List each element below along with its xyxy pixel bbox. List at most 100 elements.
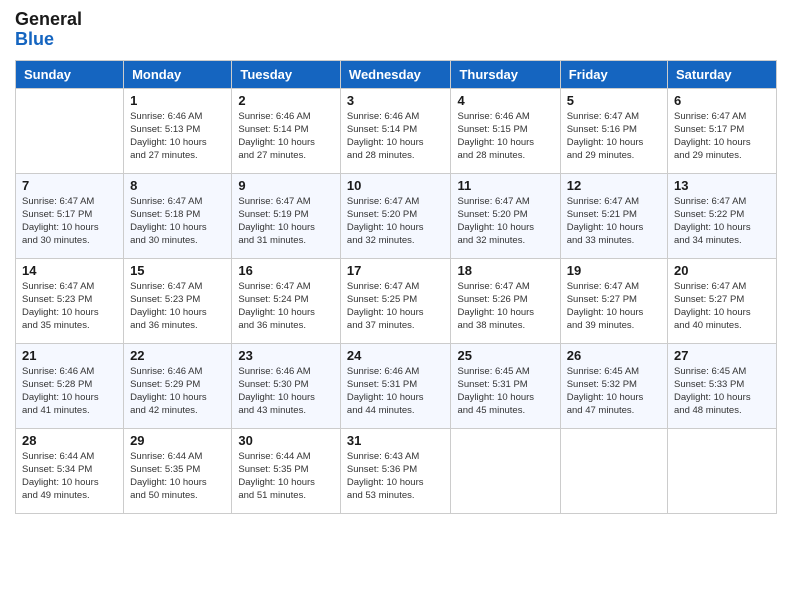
day-cell: 11 Sunrise: 6:47 AM Sunset: 5:20 PM Dayli… <box>451 173 560 258</box>
week-row-5: 28Sunrise: 6:44 AM Sunset: 5:34 PM Dayli… <box>16 428 777 513</box>
day-cell: 18 Sunrise: 6:47 AM Sunset: 5:26 PM Dayli… <box>451 258 560 343</box>
day-info: Sunrise: 6:46 AM Sunset: 5:30 PM Dayligh… <box>238 365 334 418</box>
week-row-4: 21Sunrise: 6:46 AM Sunset: 5:28 PM Dayli… <box>16 343 777 428</box>
day-number: 15 <box>130 263 225 278</box>
day-cell <box>560 428 667 513</box>
day-number: 10 <box>347 178 445 193</box>
day-cell: 20 Sunrise: 6:47 AM Sunset: 5:27 PM Dayli… <box>668 258 777 343</box>
day-info: Sunrise: 6:45 AM Sunset: 5:32 PM Dayligh… <box>567 365 661 418</box>
day-info: Sunrise: 6:47 AM Sunset: 5:17 PM Dayligh… <box>22 195 117 248</box>
day-info: Sunrise: 6:47 AM Sunset: 5:27 PM Dayligh… <box>567 280 661 333</box>
day-cell: 4 Sunrise: 6:46 AM Sunset: 5:15 PM Daylig… <box>451 88 560 173</box>
day-info: Sunrise: 6:44 AM Sunset: 5:35 PM Dayligh… <box>130 450 225 503</box>
day-cell: 9Sunrise: 6:47 AM Sunset: 5:19 PM Daylig… <box>232 173 341 258</box>
day-info: Sunrise: 6:47 AM Sunset: 5:20 PM Dayligh… <box>457 195 553 248</box>
day-info: Sunrise: 6:45 AM Sunset: 5:31 PM Dayligh… <box>457 365 553 418</box>
calendar-table: SundayMondayTuesdayWednesdayThursdayFrid… <box>15 60 777 514</box>
day-number: 13 <box>674 178 770 193</box>
day-info: Sunrise: 6:47 AM Sunset: 5:17 PM Dayligh… <box>674 110 770 163</box>
day-info: Sunrise: 6:44 AM Sunset: 5:35 PM Dayligh… <box>238 450 334 503</box>
day-cell: 30 Sunrise: 6:44 AM Sunset: 5:35 PM Dayli… <box>232 428 341 513</box>
day-cell <box>451 428 560 513</box>
day-info: Sunrise: 6:47 AM Sunset: 5:27 PM Dayligh… <box>674 280 770 333</box>
day-cell: 27 Sunrise: 6:45 AM Sunset: 5:33 PM Dayli… <box>668 343 777 428</box>
day-cell: 8 Sunrise: 6:47 AM Sunset: 5:18 PM Daylig… <box>124 173 232 258</box>
day-number: 19 <box>567 263 661 278</box>
day-number: 3 <box>347 93 445 108</box>
day-number: 30 <box>238 433 334 448</box>
day-number: 17 <box>347 263 445 278</box>
week-row-1: 1Sunrise: 6:46 AM Sunset: 5:13 PM Daylig… <box>16 88 777 173</box>
day-cell: 7Sunrise: 6:47 AM Sunset: 5:17 PM Daylig… <box>16 173 124 258</box>
day-info: Sunrise: 6:47 AM Sunset: 5:21 PM Dayligh… <box>567 195 661 248</box>
day-cell: 2Sunrise: 6:46 AM Sunset: 5:14 PM Daylig… <box>232 88 341 173</box>
day-cell: 17Sunrise: 6:47 AM Sunset: 5:25 PM Dayli… <box>340 258 451 343</box>
day-number: 16 <box>238 263 334 278</box>
week-row-3: 14 Sunrise: 6:47 AM Sunset: 5:23 PM Dayli… <box>16 258 777 343</box>
day-info: Sunrise: 6:47 AM Sunset: 5:18 PM Dayligh… <box>130 195 225 248</box>
day-number: 21 <box>22 348 117 363</box>
day-cell: 6 Sunrise: 6:47 AM Sunset: 5:17 PM Daylig… <box>668 88 777 173</box>
day-number: 14 <box>22 263 117 278</box>
day-number: 23 <box>238 348 334 363</box>
day-number: 12 <box>567 178 661 193</box>
day-cell: 28Sunrise: 6:44 AM Sunset: 5:34 PM Dayli… <box>16 428 124 513</box>
day-cell: 19 Sunrise: 6:47 AM Sunset: 5:27 PM Dayli… <box>560 258 667 343</box>
day-info: Sunrise: 6:43 AM Sunset: 5:36 PM Dayligh… <box>347 450 445 503</box>
logo-text-line1: General <box>15 10 82 30</box>
col-header-thursday: Thursday <box>451 60 560 88</box>
day-info: Sunrise: 6:47 AM Sunset: 5:23 PM Dayligh… <box>130 280 225 333</box>
day-info: Sunrise: 6:47 AM Sunset: 5:19 PM Dayligh… <box>238 195 334 248</box>
day-number: 1 <box>130 93 225 108</box>
day-number: 27 <box>674 348 770 363</box>
day-info: Sunrise: 6:46 AM Sunset: 5:29 PM Dayligh… <box>130 365 225 418</box>
day-number: 20 <box>674 263 770 278</box>
day-number: 22 <box>130 348 225 363</box>
logo: General Blue General Blue <box>15 10 82 50</box>
day-cell: 15 Sunrise: 6:47 AM Sunset: 5:23 PM Dayli… <box>124 258 232 343</box>
day-number: 29 <box>130 433 225 448</box>
day-info: Sunrise: 6:47 AM Sunset: 5:16 PM Dayligh… <box>567 110 661 163</box>
day-cell: 1Sunrise: 6:46 AM Sunset: 5:13 PM Daylig… <box>124 88 232 173</box>
col-header-monday: Monday <box>124 60 232 88</box>
day-info: Sunrise: 6:45 AM Sunset: 5:33 PM Dayligh… <box>674 365 770 418</box>
day-number: 26 <box>567 348 661 363</box>
day-number: 4 <box>457 93 553 108</box>
day-number: 6 <box>674 93 770 108</box>
day-info: Sunrise: 6:46 AM Sunset: 5:15 PM Dayligh… <box>457 110 553 163</box>
day-number: 5 <box>567 93 661 108</box>
day-number: 18 <box>457 263 553 278</box>
day-cell: 13 Sunrise: 6:47 AM Sunset: 5:22 PM Dayli… <box>668 173 777 258</box>
day-cell: 21Sunrise: 6:46 AM Sunset: 5:28 PM Dayli… <box>16 343 124 428</box>
day-cell: 24Sunrise: 6:46 AM Sunset: 5:31 PM Dayli… <box>340 343 451 428</box>
day-info: Sunrise: 6:46 AM Sunset: 5:14 PM Dayligh… <box>238 110 334 163</box>
day-info: Sunrise: 6:47 AM Sunset: 5:23 PM Dayligh… <box>22 280 117 333</box>
day-cell: 29 Sunrise: 6:44 AM Sunset: 5:35 PM Dayli… <box>124 428 232 513</box>
day-cell: 22 Sunrise: 6:46 AM Sunset: 5:29 PM Dayli… <box>124 343 232 428</box>
day-info: Sunrise: 6:47 AM Sunset: 5:22 PM Dayligh… <box>674 195 770 248</box>
week-row-2: 7Sunrise: 6:47 AM Sunset: 5:17 PM Daylig… <box>16 173 777 258</box>
day-cell: 12 Sunrise: 6:47 AM Sunset: 5:21 PM Dayli… <box>560 173 667 258</box>
day-cell: 31 Sunrise: 6:43 AM Sunset: 5:36 PM Dayli… <box>340 428 451 513</box>
col-header-friday: Friday <box>560 60 667 88</box>
day-cell <box>668 428 777 513</box>
day-cell: 14 Sunrise: 6:47 AM Sunset: 5:23 PM Dayli… <box>16 258 124 343</box>
day-cell: 3 Sunrise: 6:46 AM Sunset: 5:14 PM Daylig… <box>340 88 451 173</box>
col-header-wednesday: Wednesday <box>340 60 451 88</box>
day-info: Sunrise: 6:47 AM Sunset: 5:20 PM Dayligh… <box>347 195 445 248</box>
day-info: Sunrise: 6:46 AM Sunset: 5:14 PM Dayligh… <box>347 110 445 163</box>
day-cell <box>16 88 124 173</box>
day-cell: 10 Sunrise: 6:47 AM Sunset: 5:20 PM Dayli… <box>340 173 451 258</box>
day-number: 11 <box>457 178 553 193</box>
day-cell: 23 Sunrise: 6:46 AM Sunset: 5:30 PM Dayli… <box>232 343 341 428</box>
header: General Blue General Blue <box>15 10 777 50</box>
day-number: 8 <box>130 178 225 193</box>
logo-text-line2: Blue <box>15 30 82 50</box>
day-number: 31 <box>347 433 445 448</box>
day-cell: 25Sunrise: 6:45 AM Sunset: 5:31 PM Dayli… <box>451 343 560 428</box>
day-cell: 26 Sunrise: 6:45 AM Sunset: 5:32 PM Dayli… <box>560 343 667 428</box>
day-number: 24 <box>347 348 445 363</box>
day-cell: 16Sunrise: 6:47 AM Sunset: 5:24 PM Dayli… <box>232 258 341 343</box>
day-info: Sunrise: 6:47 AM Sunset: 5:26 PM Dayligh… <box>457 280 553 333</box>
col-header-sunday: Sunday <box>16 60 124 88</box>
